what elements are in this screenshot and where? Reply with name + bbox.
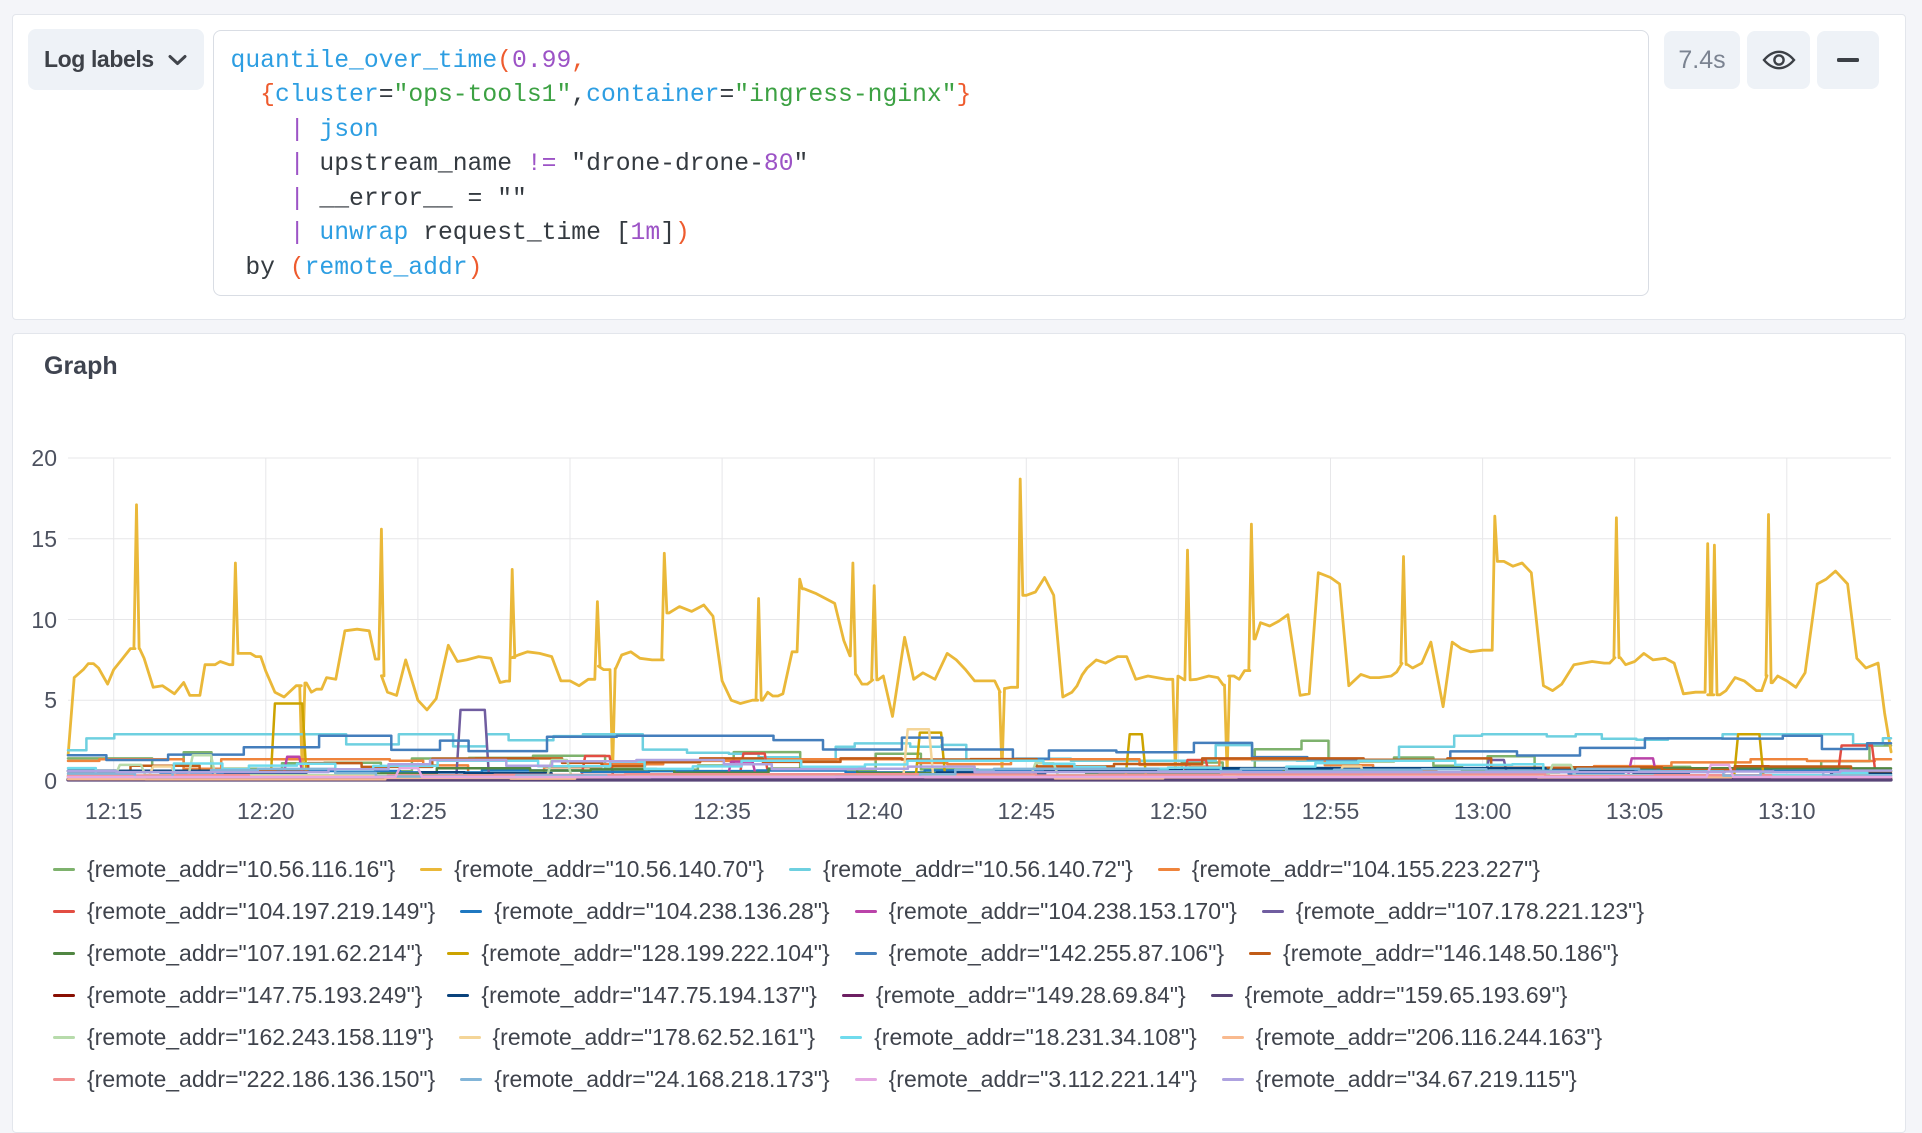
svg-text:15: 15 bbox=[31, 526, 57, 552]
svg-text:12:25: 12:25 bbox=[389, 798, 447, 824]
svg-text:0: 0 bbox=[44, 768, 57, 794]
svg-text:12:15: 12:15 bbox=[85, 798, 143, 824]
svg-text:13:05: 13:05 bbox=[1606, 798, 1664, 824]
svg-text:13:10: 13:10 bbox=[1758, 798, 1816, 824]
svg-text:20: 20 bbox=[31, 445, 57, 471]
svg-text:10: 10 bbox=[31, 607, 57, 633]
svg-text:12:35: 12:35 bbox=[693, 798, 751, 824]
svg-text:12:55: 12:55 bbox=[1302, 798, 1360, 824]
svg-text:13:00: 13:00 bbox=[1454, 798, 1512, 824]
svg-text:12:45: 12:45 bbox=[998, 798, 1056, 824]
svg-text:12:20: 12:20 bbox=[237, 798, 295, 824]
svg-text:12:30: 12:30 bbox=[541, 798, 599, 824]
svg-text:5: 5 bbox=[44, 687, 57, 713]
svg-text:12:40: 12:40 bbox=[845, 798, 903, 824]
svg-text:12:50: 12:50 bbox=[1150, 798, 1208, 824]
